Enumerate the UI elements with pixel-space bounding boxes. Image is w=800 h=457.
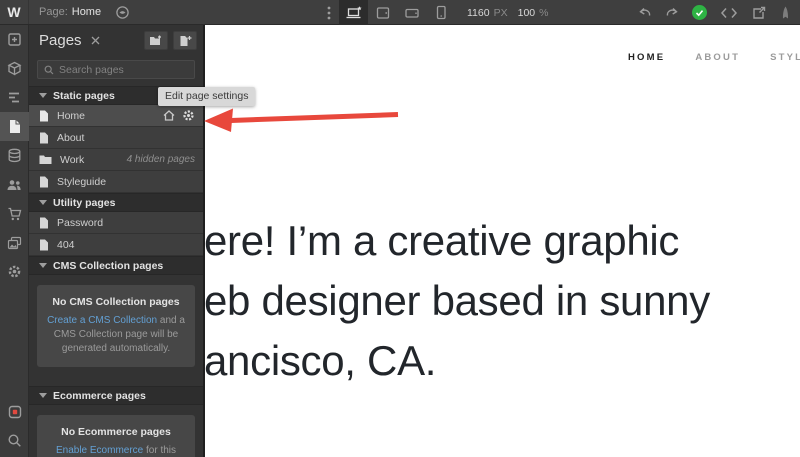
webflow-logo[interactable]: W [0, 0, 29, 24]
page-label: Page: [39, 6, 68, 18]
page-row-work-folder[interactable]: Work 4 hidden pages [29, 149, 203, 171]
ecommerce-icon[interactable] [0, 199, 29, 228]
search-input[interactable] [59, 63, 188, 76]
page-settings-gear-icon[interactable] [182, 109, 195, 122]
breakpoint-phone-portrait-icon[interactable] [426, 0, 455, 25]
custom-code-icon[interactable] [720, 7, 738, 19]
enable-ecommerce-link[interactable]: Enable Ecommerce [56, 445, 143, 456]
hero-heading[interactable]: ere! I’m a creative graphic eb designer … [204, 211, 710, 391]
search-icon [44, 65, 54, 75]
breakpoint-phone-landscape-icon[interactable] [397, 0, 426, 25]
export-icon[interactable] [751, 6, 766, 20]
ecommerce-empty-state: No Ecommerce pages Enable Ecommerce for … [37, 415, 195, 457]
current-page-indicator: Page: Home [39, 6, 101, 18]
pages-icon[interactable] [0, 112, 29, 141]
settings-icon[interactable] [0, 257, 29, 286]
section-utility-pages[interactable]: Utility pages [29, 193, 203, 212]
breakpoint-width-value[interactable]: 1160 [467, 7, 490, 19]
users-icon[interactable] [0, 170, 29, 199]
saved-check-icon [692, 5, 707, 20]
redo-icon[interactable] [665, 7, 679, 19]
screen-record-icon[interactable] [0, 397, 29, 426]
top-bar: W Page: Home 1160 PX 100 % [0, 0, 800, 25]
nav-link-styleguide[interactable]: STYLEGUIDE [770, 52, 800, 63]
undo-icon[interactable] [638, 7, 652, 19]
navigator-icon[interactable] [0, 83, 29, 112]
close-icon[interactable] [91, 36, 100, 45]
hidden-pages-badge: 4 hidden pages [126, 154, 195, 165]
panel-title: Pages [39, 32, 82, 49]
preview-eye-icon[interactable] [115, 5, 130, 20]
folder-icon [39, 155, 52, 164]
page-icon [40, 217, 48, 228]
cms-empty-state: No CMS Collection pages Create a CMS Col… [37, 285, 195, 367]
page-icon [40, 239, 48, 250]
page-row-about[interactable]: About [29, 127, 203, 149]
components-icon[interactable] [0, 54, 29, 83]
page-row-home[interactable]: Home [29, 105, 203, 127]
create-cms-collection-link[interactable]: Create a CMS Collection [47, 315, 157, 326]
page-name: Home [71, 6, 102, 18]
search-pages-field[interactable] [37, 60, 195, 79]
menu-dots-icon[interactable] [327, 6, 331, 20]
tooltip-edit-page-settings: Edit page settings [158, 87, 256, 106]
new-folder-button[interactable] [144, 31, 168, 50]
assets-icon[interactable] [0, 228, 29, 257]
canvas-dimensions: 1160 PX 100 % [467, 6, 549, 19]
page-row-password[interactable]: Password [29, 212, 203, 234]
breakpoint-desktop-icon[interactable] [339, 0, 368, 25]
left-toolbar [0, 25, 29, 457]
caret-down-icon [39, 263, 47, 268]
nav-link-about[interactable]: ABOUT [695, 52, 740, 63]
page-icon [40, 176, 48, 187]
cms-collections-icon[interactable] [0, 141, 29, 170]
section-ecommerce-pages[interactable]: Ecommerce pages [29, 386, 203, 405]
nav-link-home[interactable]: HOME [628, 52, 665, 63]
caret-down-icon [39, 93, 47, 98]
site-nav: HOME ABOUT STYLEGUIDE [628, 52, 800, 63]
caret-down-icon [39, 200, 47, 205]
publish-icon[interactable] [779, 6, 792, 20]
page-icon [40, 132, 48, 143]
homepage-icon [163, 110, 175, 121]
breakpoint-tablet-icon[interactable] [368, 0, 397, 25]
page-icon [40, 110, 48, 121]
section-cms-collection-pages[interactable]: CMS Collection pages [29, 256, 203, 275]
page-row-styleguide[interactable]: Styleguide [29, 171, 203, 193]
zoom-search-icon[interactable] [0, 426, 29, 455]
new-page-button[interactable] [173, 31, 197, 50]
zoom-level-value[interactable]: 100 [518, 7, 536, 19]
caret-down-icon [39, 393, 47, 398]
add-elements-icon[interactable] [0, 25, 29, 54]
page-row-404[interactable]: 404 [29, 234, 203, 256]
